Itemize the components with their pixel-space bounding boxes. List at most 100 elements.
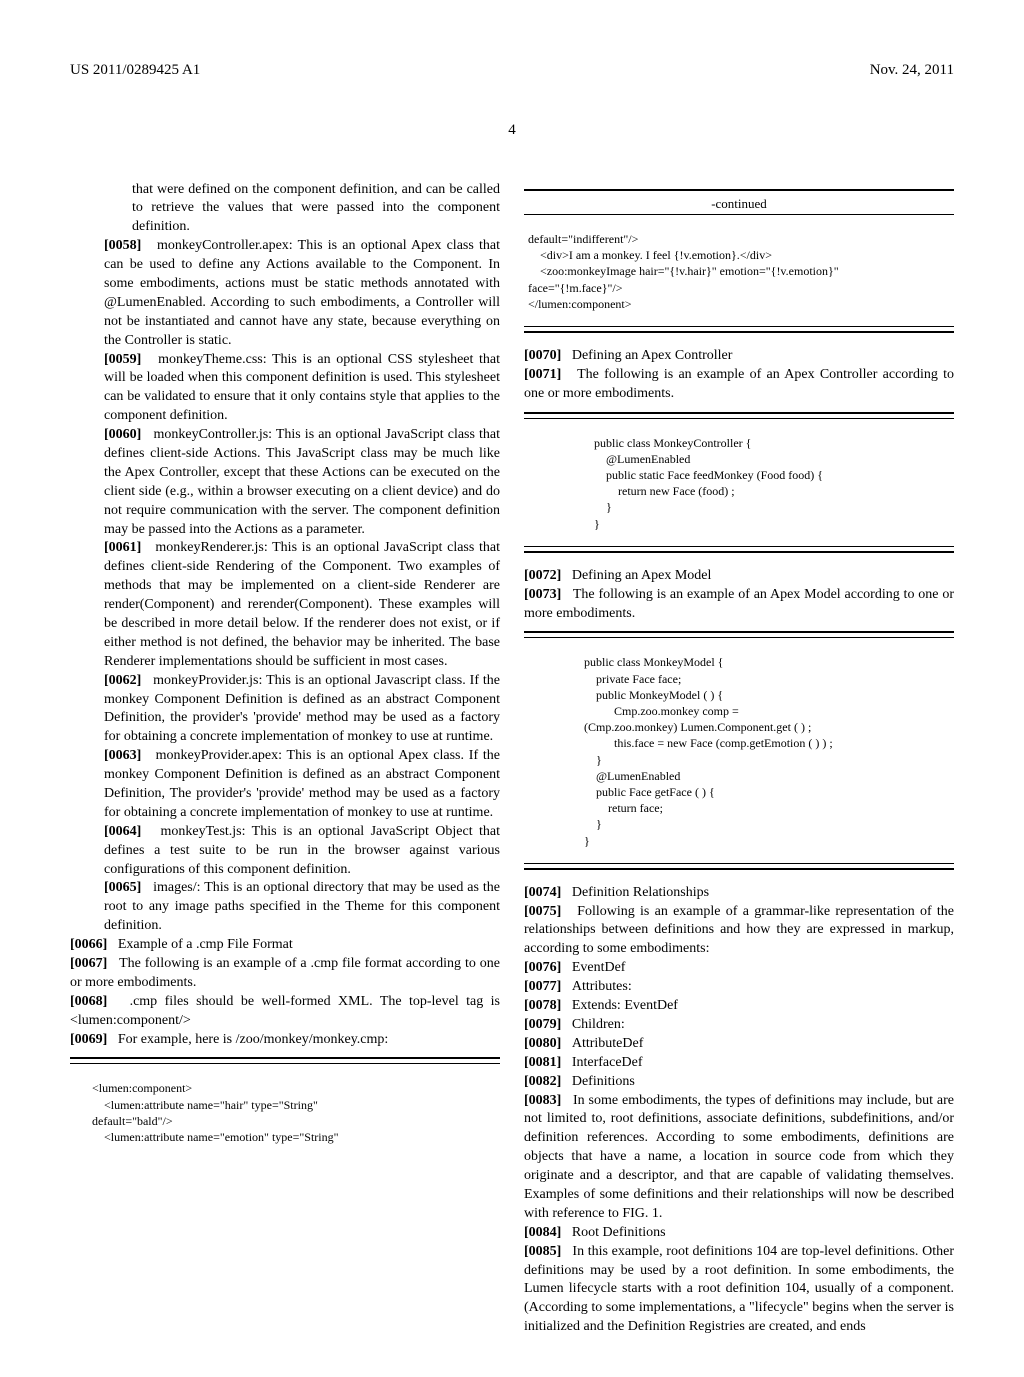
para-75: [0075] Following is an example of a gram… — [524, 903, 954, 960]
para-text: Children: — [572, 1017, 625, 1032]
rule — [524, 214, 954, 215]
rule — [524, 863, 954, 864]
para-68: [0068] .cmp files should be well-formed … — [70, 993, 500, 1031]
para-text: EventDef — [572, 960, 626, 975]
two-column-content: that were defined on the component defin… — [70, 181, 954, 1338]
para-num: [0072] — [524, 568, 561, 583]
para-num: [0061] — [104, 540, 141, 555]
para-num: [0075] — [524, 904, 561, 919]
code-text: public class MonkeyController { @LumenEn… — [524, 429, 954, 538]
para-text: monkeyProvider.apex: This is an optional… — [104, 748, 500, 820]
para-num: [0067] — [70, 956, 107, 971]
publication-date: Nov. 24, 2011 — [870, 60, 954, 80]
para-num: [0059] — [104, 352, 141, 367]
para-71: [0071] The following is an example of an… — [524, 366, 954, 404]
para-text: Definition Relationships — [572, 885, 709, 900]
para-num: [0073] — [524, 587, 561, 602]
para-65: [0065] images/: This is an optional dire… — [70, 879, 500, 936]
para-num: [0069] — [70, 1032, 107, 1047]
rule — [524, 551, 954, 553]
para-text: For example, here is /zoo/monkey/monkey.… — [118, 1032, 388, 1047]
para-84: [0084] Root Definitions — [524, 1224, 954, 1243]
para-text: In this example, root definitions 104 ar… — [524, 1244, 954, 1335]
para-83: [0083] In some embodiments, the types of… — [524, 1092, 954, 1224]
para-text: Extends: EventDef — [572, 998, 678, 1013]
para-num: [0070] — [524, 348, 561, 363]
page-header: US 2011/0289425 A1 Nov. 24, 2011 — [70, 60, 954, 80]
para-82: [0082] Definitions — [524, 1073, 954, 1092]
para-text: monkeyController.apex: This is an option… — [104, 238, 500, 347]
para-num: [0060] — [104, 427, 141, 442]
para-num: [0079] — [524, 1017, 561, 1032]
rule — [70, 1063, 500, 1064]
continued-label: -continued — [524, 195, 954, 213]
para-num: [0063] — [104, 748, 141, 763]
para-63: [0063] monkeyProvider.apex: This is an o… — [70, 747, 500, 823]
para-num: [0082] — [524, 1074, 561, 1089]
para-num: [0065] — [104, 880, 141, 895]
para-text: Example of a .cmp File Format — [118, 937, 293, 952]
para-text: monkeyProvider.js: This is an optional J… — [104, 673, 500, 745]
para-num: [0077] — [524, 979, 561, 994]
para-text: Attributes: — [572, 979, 632, 994]
para-text: images/: This is an optional directory t… — [104, 880, 500, 933]
para-text: monkeyController.js: This is an optional… — [104, 427, 500, 536]
para-num: [0084] — [524, 1225, 561, 1240]
page-number: 4 — [70, 120, 954, 140]
para-text: Root Definitions — [572, 1225, 666, 1240]
rule — [70, 1057, 500, 1059]
para-69: [0069] For example, here is /zoo/monkey/… — [70, 1031, 500, 1050]
para-text: .cmp files should be well-formed XML. Th… — [70, 994, 500, 1028]
para-num: [0066] — [70, 937, 107, 952]
para-text: The following is an example of an Apex M… — [524, 587, 954, 621]
code-block-model: public class MonkeyModel { private Face … — [524, 631, 954, 869]
code-block-cmp-continued: -continued default="indifferent"/> <div>… — [524, 189, 954, 333]
para-text: Defining an Apex Model — [572, 568, 712, 583]
rule — [524, 331, 954, 333]
column-right: -continued default="indifferent"/> <div>… — [524, 181, 954, 1338]
rule — [524, 326, 954, 327]
code-block-controller: public class MonkeyController { @LumenEn… — [524, 412, 954, 553]
para-79: [0079] Children: — [524, 1016, 954, 1035]
rule — [524, 412, 954, 414]
code-text: default="indifferent"/> <div>I am a monk… — [524, 225, 954, 318]
para-num: [0064] — [104, 824, 141, 839]
rule — [524, 418, 954, 419]
para-num: [0058] — [104, 238, 141, 253]
para-58: [0058] monkeyController.apex: This is an… — [70, 237, 500, 350]
para-num: [0071] — [524, 367, 561, 382]
para-num: [0062] — [104, 673, 141, 688]
rule — [524, 631, 954, 633]
para-text: InterfaceDef — [572, 1055, 643, 1070]
rule — [524, 189, 954, 191]
para-85: [0085] In this example, root definitions… — [524, 1243, 954, 1337]
para-continuation: that were defined on the component defin… — [70, 181, 500, 238]
para-73: [0073] The following is an example of an… — [524, 586, 954, 624]
para-text: AttributeDef — [572, 1036, 644, 1051]
code-text: public class MonkeyModel { private Face … — [524, 648, 954, 854]
para-num: [0083] — [524, 1093, 561, 1108]
para-77: [0077] Attributes: — [524, 978, 954, 997]
para-num: [0081] — [524, 1055, 561, 1070]
para-text: The following is an example of a .cmp fi… — [70, 956, 500, 990]
para-81: [0081] InterfaceDef — [524, 1054, 954, 1073]
para-text: Definitions — [572, 1074, 635, 1089]
publication-number: US 2011/0289425 A1 — [70, 60, 200, 80]
para-70: [0070] Defining an Apex Controller — [524, 347, 954, 366]
para-text: Following is an example of a grammar-lik… — [524, 904, 954, 957]
para-text: In some embodiments, the types of defini… — [524, 1093, 954, 1221]
column-left: that were defined on the component defin… — [70, 181, 500, 1338]
rule — [524, 868, 954, 870]
rule — [524, 637, 954, 638]
para-67: [0067] The following is an example of a … — [70, 955, 500, 993]
para-num: [0080] — [524, 1036, 561, 1051]
para-num: [0068] — [70, 994, 107, 1009]
para-64: [0064] monkeyTest.js: This is an optiona… — [70, 823, 500, 880]
code-text: <lumen:component> <lumen:attribute name=… — [70, 1074, 500, 1151]
para-80: [0080] AttributeDef — [524, 1035, 954, 1054]
code-block-cmp-start: <lumen:component> <lumen:attribute name=… — [70, 1057, 500, 1151]
para-61: [0061] monkeyRenderer.js: This is an opt… — [70, 539, 500, 671]
para-66: [0066] Example of a .cmp File Format — [70, 936, 500, 955]
para-num: [0078] — [524, 998, 561, 1013]
para-76: [0076] EventDef — [524, 959, 954, 978]
